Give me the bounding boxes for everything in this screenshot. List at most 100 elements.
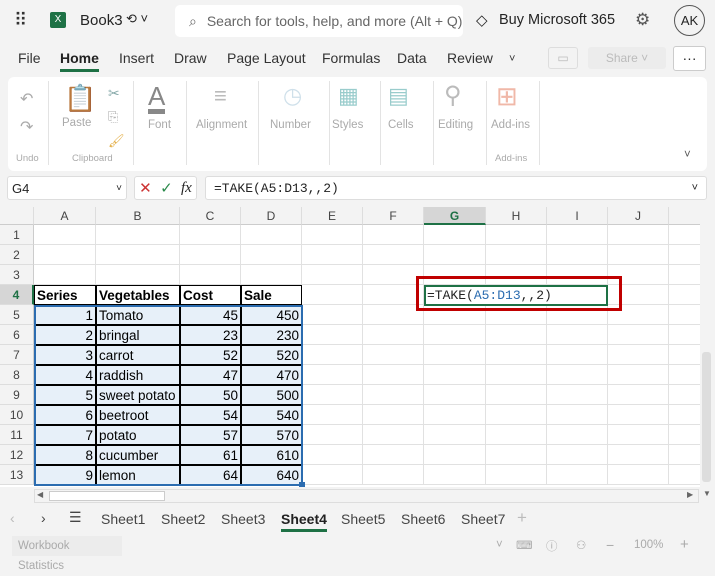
help-icon[interactable]: ⓘ — [546, 538, 558, 554]
cell[interactable] — [363, 225, 424, 245]
cell[interactable] — [608, 465, 669, 485]
cell[interactable] — [547, 385, 608, 405]
cell[interactable] — [363, 465, 424, 485]
cell[interactable] — [608, 405, 669, 425]
table-cell[interactable]: 2 — [34, 325, 96, 345]
chevron-down-icon[interactable]: ˅ — [496, 539, 503, 551]
row-header-6[interactable]: 6 — [0, 325, 34, 345]
cell[interactable] — [608, 385, 669, 405]
table-cell[interactable]: 8 — [34, 445, 96, 465]
zoom-out-icon[interactable]: − — [606, 537, 614, 553]
row-header-11[interactable]: 11 — [0, 425, 34, 445]
cell[interactable] — [302, 445, 363, 465]
cell[interactable] — [302, 285, 363, 305]
cell[interactable] — [608, 225, 669, 245]
cell[interactable] — [302, 385, 363, 405]
cell[interactable] — [424, 365, 486, 385]
cell[interactable] — [363, 245, 424, 265]
redo-icon[interactable]: ↷ — [20, 117, 33, 137]
sheet-tab-sheet3[interactable]: Sheet3 — [221, 511, 265, 527]
add-ins-button[interactable]: Add-ins — [491, 119, 530, 131]
cell[interactable] — [302, 405, 363, 425]
table-cell[interactable]: 570 — [241, 425, 302, 445]
cell[interactable] — [608, 445, 669, 465]
cell[interactable] — [486, 265, 547, 285]
cell[interactable] — [669, 265, 700, 285]
cell[interactable] — [363, 365, 424, 385]
tab-formulas[interactable]: Formulas — [322, 50, 380, 66]
cell[interactable] — [302, 245, 363, 265]
tab-review[interactable]: Review — [447, 50, 493, 66]
cell[interactable] — [241, 245, 302, 265]
cell[interactable] — [486, 445, 547, 465]
table-cell[interactable]: lemon — [96, 465, 180, 485]
search-box[interactable]: ⌕ Search for tools, help, and more (Alt … — [175, 5, 463, 37]
sheet-tab-sheet6[interactable]: Sheet6 — [401, 511, 445, 527]
cell[interactable] — [486, 345, 547, 365]
column-header-e[interactable]: E — [302, 207, 363, 225]
cut-icon[interactable]: ✂ — [108, 85, 120, 102]
table-cell[interactable]: 230 — [241, 325, 302, 345]
column-header-f[interactable]: F — [363, 207, 424, 225]
cell[interactable] — [34, 265, 96, 285]
cell[interactable] — [486, 365, 547, 385]
add-sheet-icon[interactable]: + — [517, 508, 527, 528]
name-box[interactable]: G4 ˅ — [7, 176, 127, 200]
cell[interactable] — [363, 305, 424, 325]
cell[interactable] — [486, 385, 547, 405]
cell[interactable] — [302, 325, 363, 345]
cell[interactable] — [486, 425, 547, 445]
cell[interactable] — [547, 325, 608, 345]
table-cell[interactable]: 520 — [241, 345, 302, 365]
ribbon-expand-chevron-icon[interactable]: ˅ — [684, 149, 691, 161]
worksheet-grid[interactable]: A B C D E F G H I J 1 2 3 4 5 6 7 8 9 10 11 12 13 Series Vegetab… — [0, 207, 700, 487]
cell[interactable] — [669, 285, 700, 305]
buy-microsoft-365-link[interactable]: Buy Microsoft 365 — [499, 12, 615, 28]
cell[interactable] — [241, 265, 302, 285]
table-cell[interactable]: raddish — [96, 365, 180, 385]
table-cell[interactable]: 52 — [180, 345, 241, 365]
cell[interactable] — [302, 425, 363, 445]
column-header-h[interactable]: H — [486, 207, 547, 225]
column-header-i[interactable]: I — [547, 207, 608, 225]
row-header-1[interactable]: 1 — [0, 225, 34, 245]
workbook-statistics-button[interactable]: Workbook Statistics — [12, 536, 122, 572]
cell[interactable] — [302, 365, 363, 385]
cell[interactable] — [669, 305, 700, 325]
cell[interactable] — [363, 385, 424, 405]
cell[interactable] — [608, 305, 669, 325]
cell[interactable] — [486, 405, 547, 425]
undo-icon[interactable]: ↶ — [20, 89, 33, 109]
table-header-cell[interactable]: Cost — [180, 285, 241, 305]
row-header-8[interactable]: 8 — [0, 365, 34, 385]
cell[interactable] — [669, 385, 700, 405]
feedback-icon[interactable]: ⚇ — [576, 538, 586, 552]
keyboard-icon[interactable]: ⌨ — [516, 538, 533, 552]
table-cell[interactable]: 64 — [180, 465, 241, 485]
tab-file[interactable]: File — [18, 50, 41, 66]
table-cell[interactable]: 4 — [34, 365, 96, 385]
cell[interactable] — [363, 285, 424, 305]
column-header-g[interactable]: G — [424, 207, 486, 225]
table-cell[interactable]: 7 — [34, 425, 96, 445]
vertical-scrollbar[interactable]: ▼ — [700, 207, 715, 503]
more-options-button[interactable]: ··· — [673, 46, 706, 71]
table-cell[interactable]: 470 — [241, 365, 302, 385]
cell[interactable] — [424, 405, 486, 425]
comments-icon[interactable]: ▭ — [548, 47, 578, 69]
cell[interactable] — [424, 245, 486, 265]
cell[interactable] — [669, 445, 700, 465]
cell[interactable] — [180, 225, 241, 245]
cell[interactable] — [424, 305, 486, 325]
cell[interactable] — [241, 225, 302, 245]
sheet-tab-sheet4[interactable]: Sheet4 — [281, 511, 327, 532]
insert-function-icon[interactable]: fx — [181, 180, 192, 197]
cell[interactable] — [363, 405, 424, 425]
row-header-4[interactable]: 4 — [0, 285, 34, 305]
row-header-12[interactable]: 12 — [0, 445, 34, 465]
scroll-left-icon[interactable]: ◀ — [37, 490, 43, 499]
table-cell[interactable]: 6 — [34, 405, 96, 425]
cell[interactable] — [486, 465, 547, 485]
tab-data[interactable]: Data — [397, 50, 427, 66]
cell[interactable] — [363, 345, 424, 365]
